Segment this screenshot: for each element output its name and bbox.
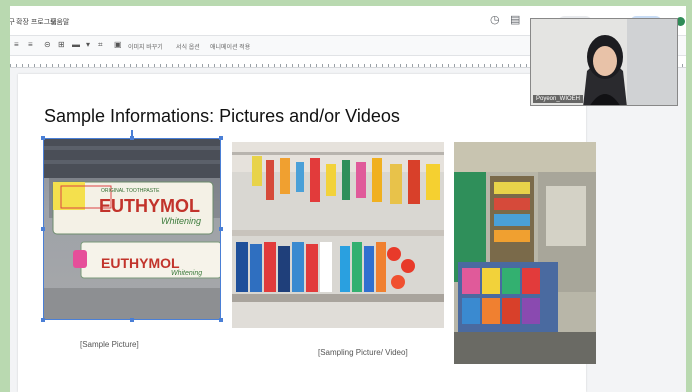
resize-handle-right[interactable] [219,227,223,231]
caption-sample-picture[interactable]: [Sample Picture] [80,340,139,349]
resize-handle-bottom-left[interactable] [41,318,45,322]
dropdown-icon[interactable]: ▾ [86,40,90,49]
caption-sampling-picture[interactable]: [Sampling Picture/ Video] [318,348,408,357]
resize-handle-top[interactable] [130,136,134,140]
participant-video [531,19,677,105]
format-options-button[interactable]: 서식 옵션 [176,42,200,51]
menu-lines-icon[interactable]: ≡ [14,40,19,49]
storefront-photo [454,142,596,364]
participant-name-label: Poyeon_WIOEH [533,95,584,103]
resize-handle-left[interactable] [41,227,45,231]
crop-icon[interactable]: ⌗ [98,40,103,50]
sampling-video-frame[interactable] [454,142,596,364]
border-color-icon[interactable]: ▬ [72,40,80,49]
mask-icon[interactable]: ▣ [114,40,122,49]
slide-canvas[interactable]: Sample Informations: Pictures and/or Vid… [18,74,596,392]
image-selection-box[interactable] [43,138,221,320]
store-shelf-photo [232,142,444,328]
replace-image-button[interactable]: 이미지 바꾸기 [128,42,163,51]
history-icon[interactable]: ◷ [490,13,500,26]
resize-handle-top-right[interactable] [219,136,223,140]
comment-icon[interactable]: ▤ [510,13,520,26]
participant-video-tile[interactable]: Poyeon_WIOEH [530,18,678,106]
resize-handle-bottom-right[interactable] [219,318,223,322]
resize-handle-bottom[interactable] [130,318,134,322]
format-lines-icon[interactable]: ≡ [28,40,33,49]
resize-handle-top-left[interactable] [41,136,45,140]
link-icon[interactable]: ⊝ [44,40,51,49]
menu-item-help[interactable]: 도움말 [50,17,69,27]
comment-add-icon[interactable]: ⊞ [58,40,65,49]
slides-app-window: 도구 확장 프로그램 도움말 ◷ ▤ ≡ ≡ ⊝ ⊞ ▬ ▾ ⌗ ▣ 이미지 바… [10,6,686,392]
rotate-handle[interactable] [131,130,133,136]
slide-title[interactable]: Sample Informations: Pictures and/or Vid… [44,106,400,127]
animate-button[interactable]: 애니메이션 적용 [210,42,250,51]
menu-item-tools[interactable]: 도구 [10,17,15,27]
sampling-picture[interactable] [232,142,444,328]
